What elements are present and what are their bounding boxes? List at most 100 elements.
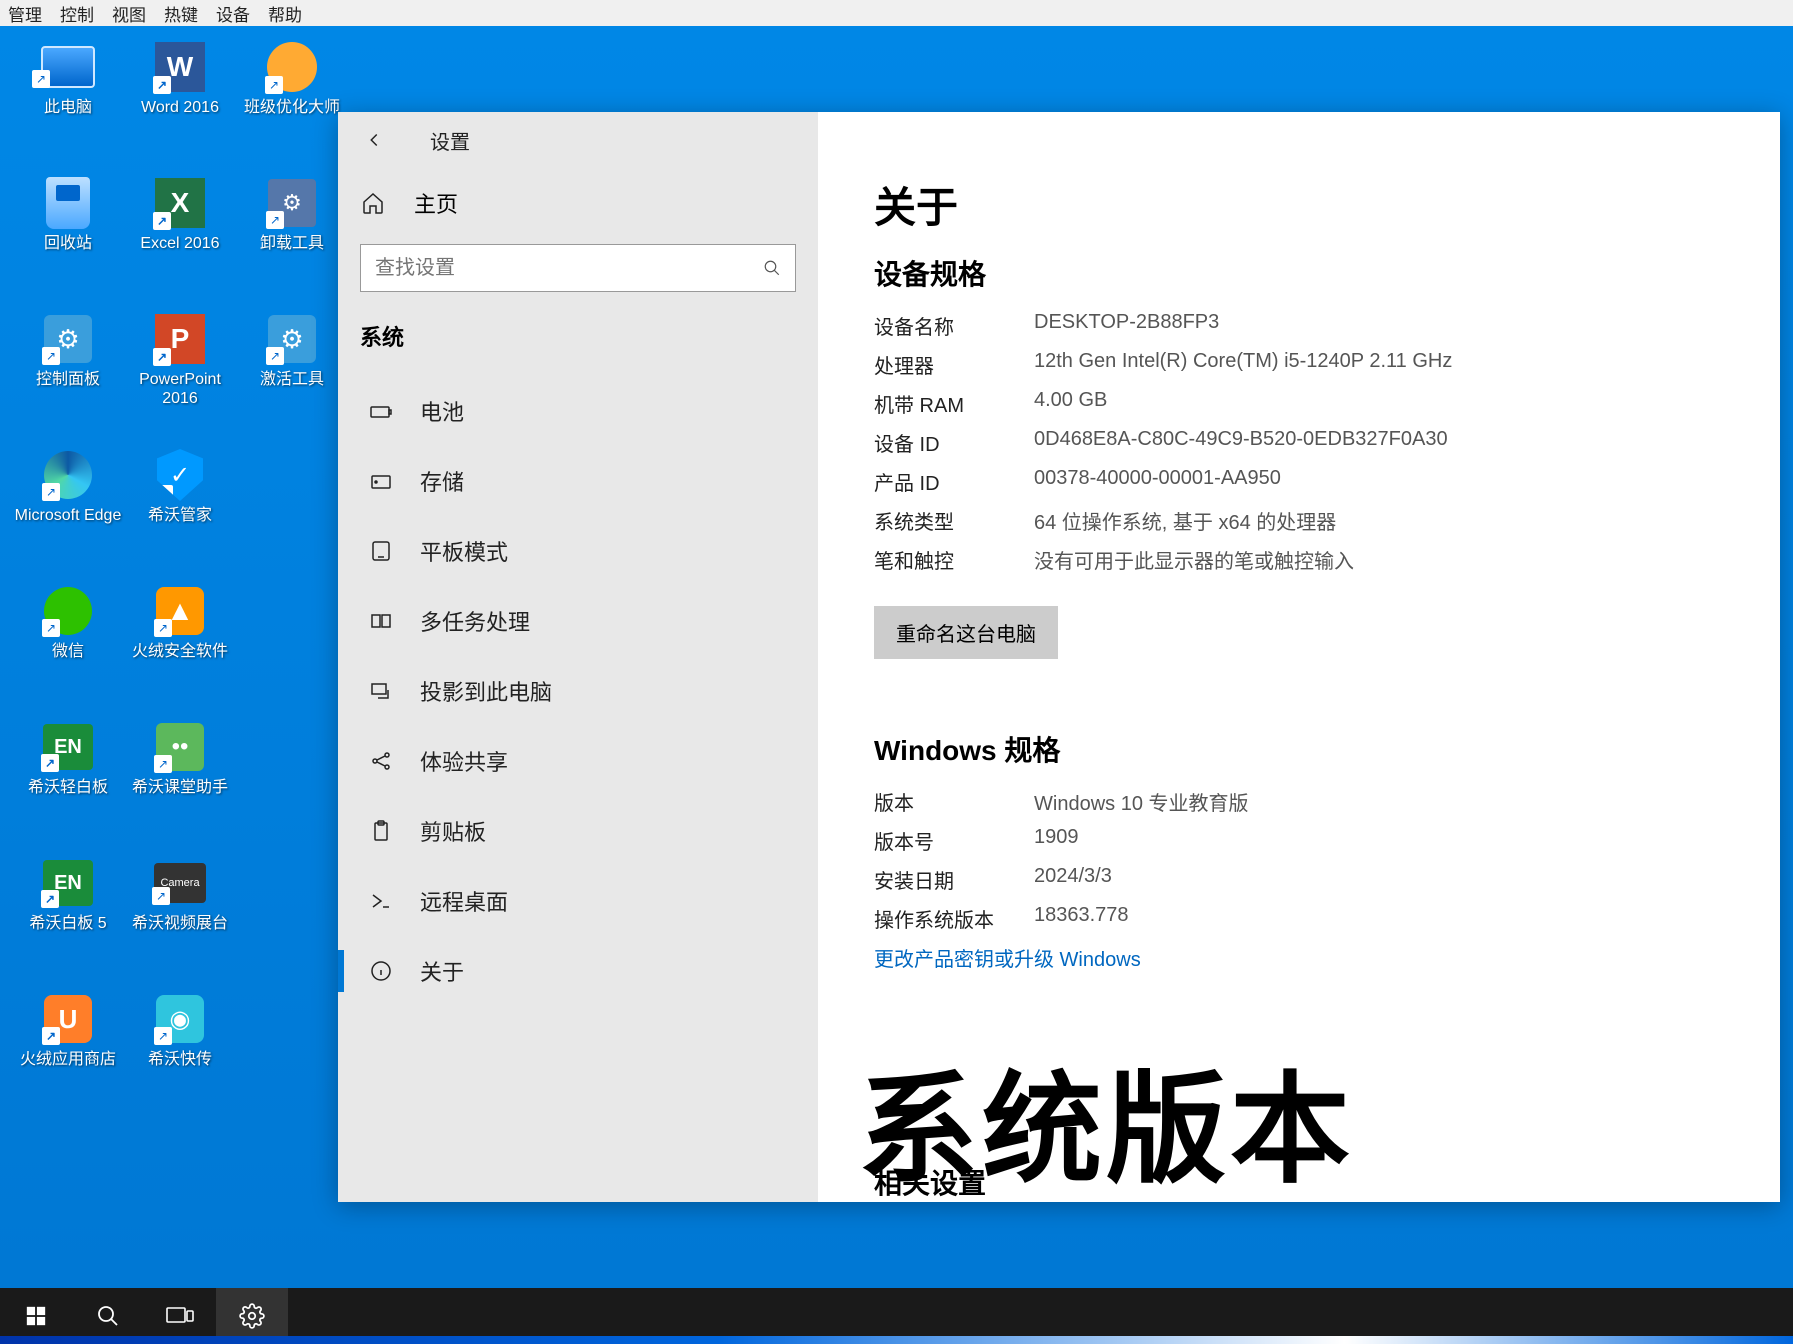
gear-blue-icon: ⚙ bbox=[260, 312, 324, 366]
sidebar-item-label: 多任务处理 bbox=[420, 605, 530, 637]
home-label: 主页 bbox=[414, 187, 458, 219]
desktop-icon-label: 希沃课堂助手 bbox=[132, 778, 228, 797]
desktop-icon[interactable]: 班级优化大师 bbox=[238, 40, 346, 160]
menu-device[interactable]: 设备 bbox=[216, 1, 250, 26]
related-settings-heading: 相关设置 bbox=[874, 1162, 986, 1202]
desktop-icon[interactable]: ▲火绒安全软件 bbox=[126, 584, 234, 704]
orange-icon: U bbox=[36, 992, 100, 1046]
sidebar-item-label: 体验共享 bbox=[420, 745, 508, 777]
sidebar-item-multitask[interactable]: 多任务处理 bbox=[338, 586, 818, 656]
desktop-icon-label: 希沃快传 bbox=[148, 1050, 212, 1069]
desktop-icon[interactable]: ✓希沃管家 bbox=[126, 448, 234, 568]
spec-value: 00378-40000-00001-AA950 bbox=[1034, 467, 1281, 496]
sidebar-item-tablet[interactable]: 平板模式 bbox=[338, 516, 818, 586]
desktop-icon[interactable]: ⚙控制面板 bbox=[14, 312, 122, 432]
word-icon: W bbox=[148, 40, 212, 94]
sidebar-item-battery[interactable]: 电池 bbox=[338, 376, 818, 446]
desktop-icon-label: 激活工具 bbox=[260, 370, 324, 389]
home-nav[interactable]: 主页 bbox=[338, 168, 818, 238]
green-icon: •• bbox=[148, 720, 212, 774]
storage-icon bbox=[368, 468, 394, 494]
en-icon: EN bbox=[36, 720, 100, 774]
menu-control[interactable]: 控制 bbox=[60, 1, 94, 26]
desktop-icon-label: 希沃白板 5 bbox=[29, 914, 106, 933]
search-input[interactable] bbox=[375, 257, 763, 280]
desktop-icon[interactable]: WWord 2016 bbox=[126, 40, 234, 160]
desktop-icon-label: 控制面板 bbox=[36, 370, 100, 389]
spec-row: 处理器12th Gen Intel(R) Core(TM) i5-1240P 2… bbox=[874, 350, 1724, 379]
monitor-icon bbox=[36, 40, 100, 94]
spec-key: 版本号 bbox=[874, 826, 1034, 855]
desktop-icon-label: 班级优化大师 bbox=[244, 98, 340, 117]
desktop-icon[interactable]: Camera希沃视频展台 bbox=[126, 856, 234, 976]
desktop-icon[interactable]: 此电脑 bbox=[14, 40, 122, 160]
spec-value: 4.00 GB bbox=[1034, 389, 1107, 418]
sidebar-item-clipboard[interactable]: 剪贴板 bbox=[338, 796, 818, 866]
desktop-icon[interactable]: ⚙ 激活工具 bbox=[238, 312, 346, 432]
sidebar-item-label: 远程桌面 bbox=[420, 885, 508, 917]
shared-icon bbox=[368, 748, 394, 774]
desktop-icon[interactable]: Microsoft Edge bbox=[14, 448, 122, 568]
spec-row: 设备 ID0D468E8A-C80C-49C9-B520-0EDB327F0A3… bbox=[874, 428, 1724, 457]
settings-window: 设置 主页 系统 电池存储平板模式多任务处理投影到此电脑体验共享剪贴板远程桌面关… bbox=[338, 112, 1780, 1202]
desktop-icon-label: 希沃管家 bbox=[148, 506, 212, 525]
desktop-icon[interactable]: 回收站 bbox=[14, 176, 122, 296]
desktop[interactable]: 此电脑WWord 2016班级优化大师回收站XExcel 2016⚙卸载工具⚙控… bbox=[0, 26, 1793, 1288]
home-icon bbox=[360, 190, 386, 216]
remote-icon bbox=[368, 888, 394, 914]
desktop-icon[interactable]: •• 希沃课堂助手 bbox=[126, 720, 234, 840]
desktop-icon[interactable]: 微信 bbox=[14, 584, 122, 704]
desktop-icon[interactable]: ◉希沃快传 bbox=[126, 992, 234, 1112]
sidebar-item-shared[interactable]: 体验共享 bbox=[338, 726, 818, 796]
change-product-key-link[interactable]: 更改产品密钥或升级 Windows bbox=[874, 943, 1724, 972]
back-button[interactable] bbox=[358, 124, 390, 156]
spec-key: 操作系统版本 bbox=[874, 904, 1034, 933]
ppt-icon: P bbox=[148, 312, 212, 366]
sidebar-item-remote[interactable]: 远程桌面 bbox=[338, 866, 818, 936]
section-system-header: 系统 bbox=[338, 304, 818, 376]
menu-manage[interactable]: 管理 bbox=[8, 1, 42, 26]
rename-pc-button[interactable]: 重命名这台电脑 bbox=[874, 606, 1058, 659]
menu-help[interactable]: 帮助 bbox=[268, 1, 302, 26]
menu-view[interactable]: 视图 bbox=[112, 1, 146, 26]
menu-hotkey[interactable]: 热键 bbox=[164, 1, 198, 26]
spec-value: 1909 bbox=[1034, 826, 1079, 855]
search-box[interactable] bbox=[360, 244, 796, 292]
desktop-icon-label: 此电脑 bbox=[44, 98, 92, 117]
sidebar-item-label: 平板模式 bbox=[420, 535, 508, 567]
wechat-icon bbox=[36, 584, 100, 638]
tablet-icon bbox=[368, 538, 394, 564]
settings-content: 关于 设备规格 设备名称DESKTOP-2B88FP3处理器12th Gen I… bbox=[818, 112, 1780, 1202]
desktop-icon-label: PowerPoint 2016 bbox=[126, 370, 234, 408]
sidebar-item-storage[interactable]: 存储 bbox=[338, 446, 818, 516]
desktop-icon[interactable]: EN 希沃白板 5 bbox=[14, 856, 122, 976]
sidebar-item-project[interactable]: 投影到此电脑 bbox=[338, 656, 818, 726]
desktop-icon-label: 回收站 bbox=[44, 234, 92, 253]
spec-key: 设备名称 bbox=[874, 311, 1034, 340]
desktop-icon[interactable]: U 火绒应用商店 bbox=[14, 992, 122, 1112]
spec-row: 系统类型64 位操作系统, 基于 x64 的处理器 bbox=[874, 506, 1724, 535]
spec-row: 版本号1909 bbox=[874, 826, 1724, 855]
spec-value: 2024/3/3 bbox=[1034, 865, 1112, 894]
en-icon: EN bbox=[36, 856, 100, 910]
flame-icon: ▲ bbox=[148, 584, 212, 638]
spec-value: 12th Gen Intel(R) Core(TM) i5-1240P 2.11… bbox=[1034, 350, 1452, 379]
spec-row: 机带 RAM4.00 GB bbox=[874, 389, 1724, 418]
desktop-icon[interactable]: EN希沃轻白板 bbox=[14, 720, 122, 840]
spec-key: 设备 ID bbox=[874, 428, 1034, 457]
settings-sidebar: 设置 主页 系统 电池存储平板模式多任务处理投影到此电脑体验共享剪贴板远程桌面关… bbox=[338, 112, 818, 1202]
bottom-decoration bbox=[0, 1336, 1793, 1344]
desktop-icon[interactable]: ⚙卸载工具 bbox=[238, 176, 346, 296]
vm-menu-bar: 管理 控制 视图 热键 设备 帮助 bbox=[0, 0, 1793, 26]
desktop-icon-label: 火绒应用商店 bbox=[20, 1050, 116, 1069]
desktop-icon[interactable]: XExcel 2016 bbox=[126, 176, 234, 296]
excel-icon: X bbox=[148, 176, 212, 230]
spec-value: 没有可用于此显示器的笔或触控输入 bbox=[1034, 545, 1354, 574]
sidebar-item-about[interactable]: 关于 bbox=[338, 936, 818, 1006]
edge-icon bbox=[36, 448, 100, 502]
multitask-icon bbox=[368, 608, 394, 634]
desktop-icon-label: 希沃视频展台 bbox=[132, 914, 228, 933]
about-icon bbox=[368, 958, 394, 984]
desktop-icon[interactable]: P PowerPoint 2016 bbox=[126, 312, 234, 432]
sidebar-item-label: 关于 bbox=[420, 955, 464, 987]
